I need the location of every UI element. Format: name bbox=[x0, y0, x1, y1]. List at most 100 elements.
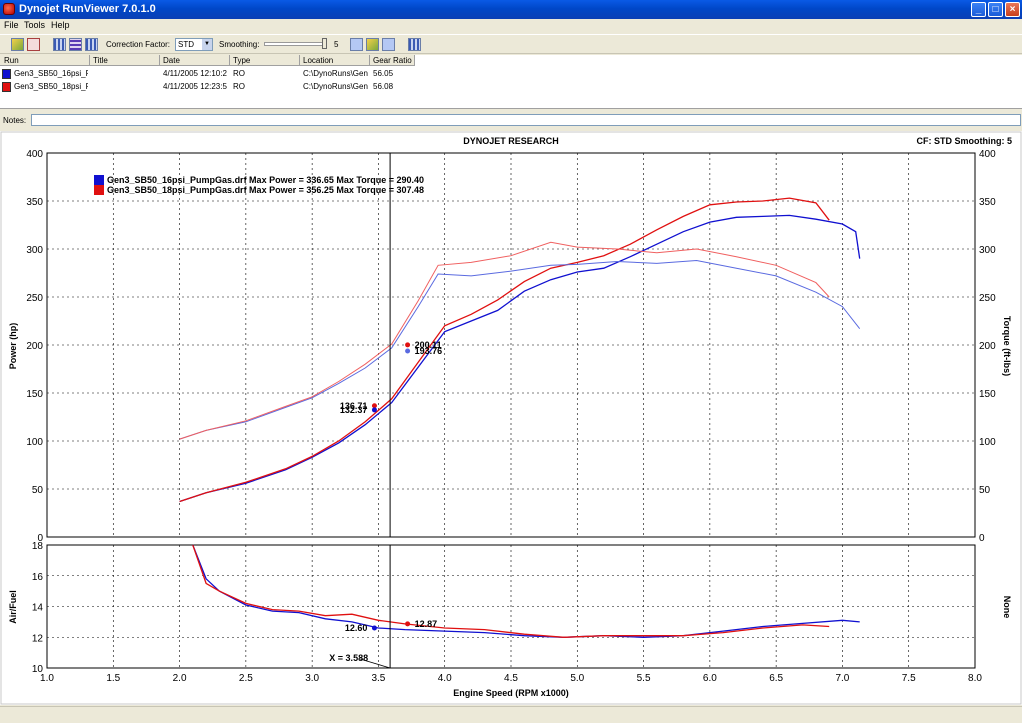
legend-entry: Gen3_SB50_18psi_PumpGas.drf Max Power = … bbox=[107, 185, 424, 195]
x-tick-label: 5.0 bbox=[570, 673, 584, 684]
status-bar bbox=[0, 706, 1022, 723]
torque-axis-label: Torque (ft-lbs) bbox=[1002, 316, 1012, 376]
power-y-tick-label: 50 bbox=[32, 485, 44, 496]
x-tick-label: 8.0 bbox=[968, 673, 982, 684]
chevron-down-icon[interactable]: ▼ bbox=[202, 39, 212, 50]
col-gear-ratio[interactable]: Gear Ratio bbox=[373, 56, 412, 65]
afr-y-tick-label: 12 bbox=[32, 633, 44, 644]
x-tick-label: 1.0 bbox=[40, 673, 54, 684]
correction-factor-value: STD bbox=[178, 40, 194, 49]
power-y-tick-label: 150 bbox=[26, 389, 43, 400]
title-bar: Dynojet RunViewer 7.0.1.0 _ □ × bbox=[0, 0, 1022, 19]
run-color-swatch[interactable] bbox=[2, 69, 11, 79]
graph-power-icon[interactable] bbox=[53, 38, 66, 51]
notes-field[interactable] bbox=[31, 114, 1021, 126]
afr-marker-label: 12.60 bbox=[345, 623, 368, 633]
run-name: Gen3_SB50_18psi_F bbox=[14, 82, 88, 91]
menu-bar: File Tools Help bbox=[0, 19, 1022, 33]
open-run-icon[interactable] bbox=[11, 38, 24, 51]
maximize-button[interactable]: □ bbox=[988, 2, 1003, 17]
toolbar: Correction Factor: STD ▼ Smoothing: 5 bbox=[0, 34, 1022, 54]
graph-torque-icon[interactable] bbox=[69, 38, 82, 51]
run-date: 4/11/2005 12:23:5 bbox=[163, 82, 227, 91]
power-y2-tick-label: 400 bbox=[979, 149, 996, 160]
notes-label: Notes: bbox=[3, 116, 27, 125]
power-y2-tick-label: 350 bbox=[979, 197, 996, 208]
graph-overlay-icon[interactable] bbox=[85, 38, 98, 51]
x-tick-label: 2.5 bbox=[239, 673, 253, 684]
legend-entry: Gen3_SB50_16psi_PumpGas.drf Max Power = … bbox=[107, 175, 424, 185]
afr-marker-label: 12.87 bbox=[415, 619, 438, 629]
run-type: RO bbox=[233, 82, 245, 91]
power-y2-tick-label: 150 bbox=[979, 389, 996, 400]
chart-title: DYNOJET RESEARCH bbox=[463, 136, 559, 146]
x-tick-label: 6.5 bbox=[769, 673, 783, 684]
remove-run-icon[interactable] bbox=[27, 38, 40, 51]
power-y2-tick-label: 50 bbox=[979, 485, 991, 496]
power-y-tick-label: 200 bbox=[26, 341, 43, 352]
dyno-chart: DYNOJET RESEARCH CF: STD Smoothing: 5 En… bbox=[0, 131, 1022, 705]
menu-file[interactable]: File bbox=[4, 20, 19, 30]
smoothing-slider[interactable] bbox=[264, 42, 326, 46]
power-marker-dot bbox=[405, 342, 411, 348]
correction-factor-select[interactable]: STD ▼ bbox=[175, 38, 213, 51]
afr-y-tick-label: 18 bbox=[32, 541, 44, 552]
power-marker-label: 132.37 bbox=[340, 405, 368, 415]
power-marker-dot bbox=[371, 407, 377, 413]
window-title: Dynojet RunViewer 7.0.1.0 bbox=[19, 3, 156, 15]
smoothing-label: Smoothing: bbox=[219, 40, 260, 49]
x-tick-label: 6.0 bbox=[703, 673, 717, 684]
x-tick-label: 5.5 bbox=[637, 673, 651, 684]
power-y2-tick-label: 200 bbox=[979, 341, 996, 352]
col-run[interactable]: Run bbox=[4, 56, 19, 65]
col-location[interactable]: Location bbox=[303, 56, 333, 65]
zoom-icon[interactable] bbox=[350, 38, 363, 51]
print-icon[interactable] bbox=[366, 38, 379, 51]
power-y-tick-label: 400 bbox=[26, 149, 43, 160]
run-gear: 56.05 bbox=[373, 69, 394, 78]
x-tick-label: 7.5 bbox=[902, 673, 916, 684]
run-type: RO bbox=[233, 69, 245, 78]
power-y2-tick-label: 250 bbox=[979, 293, 996, 304]
run-name: Gen3_SB50_16psi_F bbox=[14, 69, 88, 78]
correction-factor-label: Correction Factor: bbox=[106, 40, 171, 49]
power-axis-label: Power (hp) bbox=[8, 323, 18, 370]
col-type[interactable]: Type bbox=[233, 56, 250, 65]
cursor-crosshair-icon[interactable] bbox=[408, 38, 421, 51]
run-location: C:\DynoRuns\Gen bbox=[303, 69, 368, 78]
cursor-readout: X = 3.588 bbox=[329, 653, 368, 663]
menu-tools[interactable]: Tools bbox=[24, 20, 45, 30]
run-row[interactable]: Gen3_SB50_16psi_F 4/11/2005 12:10:2 RO C… bbox=[0, 68, 415, 80]
power-y2-tick-label: 100 bbox=[979, 437, 996, 448]
notes-bar: Notes: bbox=[0, 113, 1022, 127]
run-list-header: Run Title Date Type Location Gear Ratio bbox=[0, 55, 415, 66]
export-icon[interactable] bbox=[382, 38, 395, 51]
x-tick-label: 1.5 bbox=[106, 673, 120, 684]
run-color-swatch[interactable] bbox=[2, 82, 11, 92]
power-y-tick-label: 350 bbox=[26, 197, 43, 208]
dyno-graph: DYNOJET RESEARCH CF: STD Smoothing: 5 En… bbox=[0, 131, 1022, 705]
col-title[interactable]: Title bbox=[93, 56, 108, 65]
app-icon bbox=[3, 3, 15, 15]
col-date[interactable]: Date bbox=[163, 56, 180, 65]
power-marker-label: 193.76 bbox=[415, 346, 443, 356]
x-tick-label: 3.5 bbox=[371, 673, 385, 684]
close-button[interactable]: × bbox=[1005, 2, 1020, 17]
afr-right-axis-label: None bbox=[1002, 596, 1012, 619]
menu-help[interactable]: Help bbox=[51, 20, 70, 30]
minimize-button[interactable]: _ bbox=[971, 2, 986, 17]
chart-header-right: CF: STD Smoothing: 5 bbox=[917, 136, 1013, 146]
run-location: C:\DynoRuns\Gen bbox=[303, 82, 368, 91]
x-tick-label: 4.5 bbox=[504, 673, 518, 684]
run-row[interactable]: Gen3_SB50_18psi_F 4/11/2005 12:23:5 RO C… bbox=[0, 81, 415, 93]
x-tick-label: 7.0 bbox=[835, 673, 849, 684]
afr-marker-dot bbox=[405, 621, 411, 627]
power-y-tick-label: 250 bbox=[26, 293, 43, 304]
smoothing-slider-handle[interactable] bbox=[322, 38, 327, 49]
run-date: 4/11/2005 12:10:2 bbox=[163, 69, 227, 78]
afr-y-tick-label: 14 bbox=[32, 603, 44, 614]
legend-swatch bbox=[94, 175, 104, 185]
smoothing-value: 5 bbox=[334, 40, 339, 49]
afr-y-tick-label: 16 bbox=[32, 572, 44, 583]
x-tick-label: 4.0 bbox=[438, 673, 452, 684]
